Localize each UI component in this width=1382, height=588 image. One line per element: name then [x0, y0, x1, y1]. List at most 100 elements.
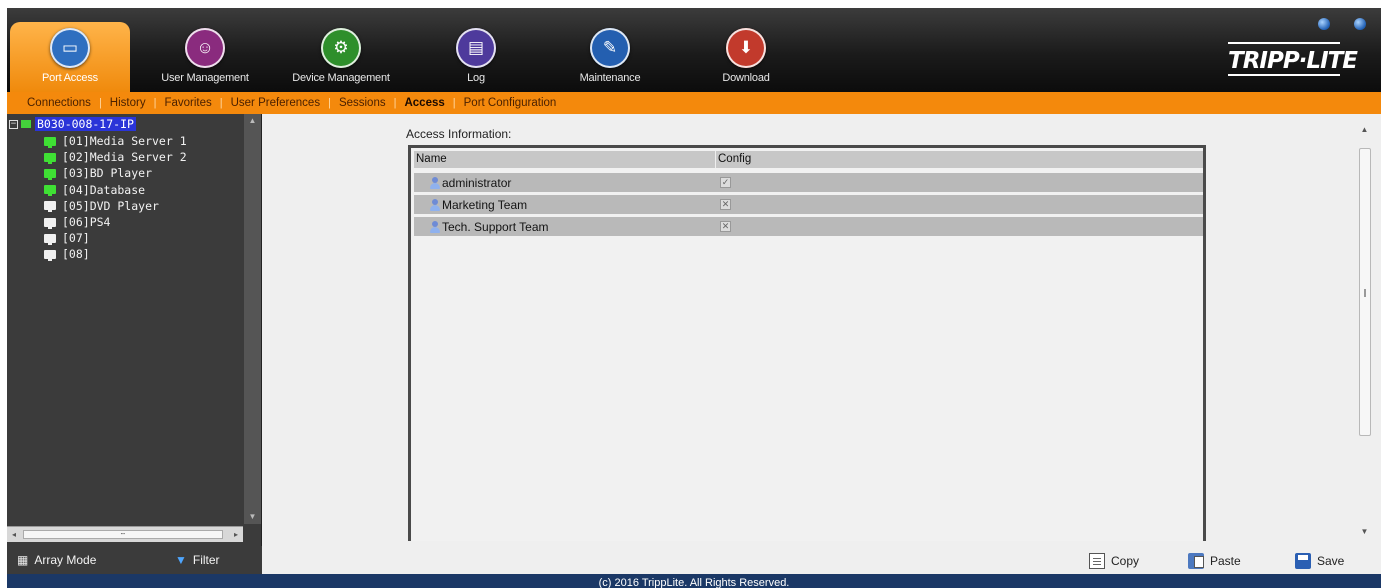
- port-label: [05]DVD Player: [62, 198, 159, 213]
- table-row[interactable]: Marketing Team ✕: [414, 195, 1203, 214]
- download-icon: ⬇: [726, 28, 766, 68]
- subtab-history[interactable]: History: [104, 97, 152, 109]
- tripp-lite-logo: TRIPP·LITE: [1228, 42, 1358, 76]
- port-item[interactable]: [06]PS4: [44, 214, 187, 230]
- port-item[interactable]: [08]: [44, 246, 187, 262]
- tab-label: Port Access: [42, 72, 98, 84]
- port-item[interactable]: [07]: [44, 230, 187, 246]
- subtab-connections[interactable]: Connections: [21, 97, 97, 109]
- tree-toolbar: ▦ Array Mode ▼ Filter: [7, 546, 262, 574]
- subtab-sessions[interactable]: Sessions: [333, 97, 392, 109]
- tab-port-access[interactable]: ▭ Port Access: [10, 22, 130, 92]
- log-icon: ▤: [456, 28, 496, 68]
- monitor-icon: ▭: [50, 28, 90, 68]
- help-dot-button[interactable]: [1318, 18, 1330, 30]
- tab-label: Device Management: [292, 72, 390, 84]
- column-header-name[interactable]: Name: [414, 151, 716, 168]
- table-row[interactable]: Tech. Support Team ✕: [414, 217, 1203, 236]
- save-button[interactable]: Save: [1295, 553, 1344, 569]
- monitor-online-icon: [44, 185, 56, 197]
- group-icon: [430, 198, 440, 211]
- config-checkbox[interactable]: ✕: [720, 221, 731, 232]
- port-label: [04]Database: [62, 182, 146, 197]
- config-cell: ✓: [716, 177, 731, 188]
- paste-icon: [1188, 553, 1204, 569]
- tree-root-node[interactable]: − B030-008-17-IP: [9, 117, 136, 131]
- filter-button[interactable]: ▼ Filter: [175, 553, 220, 567]
- app-window: ▭ Port Access ☺ User Management ⚙ Device…: [7, 8, 1381, 588]
- save-icon: [1295, 553, 1311, 569]
- port-label: [02]Media Server 2: [62, 150, 187, 165]
- monitor-offline-icon: [44, 249, 56, 261]
- tab-maintenance[interactable]: ✎ Maintenance: [550, 22, 670, 92]
- subtab-favorites[interactable]: Favorites: [158, 97, 217, 109]
- subtab-user-preferences[interactable]: User Preferences: [225, 97, 326, 109]
- tab-label: Maintenance: [579, 72, 641, 84]
- scroll-up-icon[interactable]: ▲: [1356, 124, 1373, 136]
- port-tree-panel: − B030-008-17-IP [01]Media Server 1 [02]…: [7, 114, 262, 546]
- tab-user-management[interactable]: ☺ User Management: [145, 22, 265, 92]
- collapse-icon[interactable]: −: [9, 119, 18, 129]
- tree-vertical-scrollbar[interactable]: ▲ ▼: [244, 114, 261, 524]
- user-name: Marketing Team: [442, 197, 528, 212]
- port-item[interactable]: [02]Media Server 2: [44, 149, 187, 165]
- separator: |: [153, 97, 157, 109]
- separator: |: [98, 97, 102, 109]
- port-item[interactable]: [03]BD Player: [44, 165, 187, 181]
- tab-download[interactable]: ⬇ Download: [686, 22, 806, 92]
- monitor-online-icon: [44, 136, 56, 148]
- copy-button[interactable]: Copy: [1089, 553, 1139, 569]
- monitor-offline-icon: [44, 201, 56, 213]
- scroll-down-icon[interactable]: ▼: [244, 510, 261, 524]
- port-list: [01]Media Server 1 [02]Media Server 2 [0…: [44, 133, 187, 263]
- access-panel: Access Information: Name Config administ…: [263, 114, 1381, 574]
- config-checkbox[interactable]: ✕: [720, 199, 731, 210]
- config-cell: ✕: [716, 221, 731, 232]
- name-cell: Marketing Team: [414, 198, 716, 212]
- port-item[interactable]: [05]DVD Player: [44, 198, 187, 214]
- separator: |: [452, 97, 456, 109]
- user-name: Tech. Support Team: [442, 219, 549, 234]
- scroll-down-icon[interactable]: ▼: [1356, 526, 1373, 538]
- save-label: Save: [1317, 554, 1345, 568]
- port-item[interactable]: [01]Media Server 1: [44, 133, 187, 149]
- scroll-thumb[interactable]: ┅: [23, 530, 223, 539]
- user-name: administrator: [442, 175, 512, 190]
- scroll-right-icon[interactable]: ▸: [229, 527, 243, 543]
- access-table: Name Config administrator ✓ Marketing Te…: [408, 145, 1206, 541]
- subtab-port-configuration[interactable]: Port Configuration: [458, 97, 563, 109]
- user-icon: [430, 176, 440, 189]
- name-cell: administrator: [414, 176, 716, 190]
- config-checkbox[interactable]: ✓: [720, 177, 731, 188]
- grip-icon: [1364, 289, 1366, 297]
- main-vertical-scrollbar[interactable]: ▲ ▼: [1356, 124, 1373, 538]
- port-label: [03]BD Player: [62, 166, 153, 181]
- switch-icon: [21, 120, 31, 128]
- table-row[interactable]: administrator ✓: [414, 173, 1203, 192]
- scroll-left-icon[interactable]: ◂: [7, 527, 21, 543]
- separator: |: [393, 97, 397, 109]
- scroll-up-icon[interactable]: ▲: [244, 114, 261, 128]
- copy-icon: [1089, 553, 1105, 569]
- paste-label: Paste: [1210, 554, 1241, 568]
- tab-device-management[interactable]: ⚙ Device Management: [281, 22, 401, 92]
- subtab-access[interactable]: Access: [398, 97, 450, 109]
- group-icon: [430, 220, 440, 233]
- array-mode-button[interactable]: ▦ Array Mode: [17, 553, 96, 567]
- column-header-config[interactable]: Config: [716, 151, 751, 168]
- paste-button[interactable]: Paste: [1188, 553, 1241, 569]
- scroll-thumb[interactable]: [1359, 148, 1371, 436]
- filter-icon: ▼: [175, 553, 187, 567]
- tab-log[interactable]: ▤ Log: [416, 22, 536, 92]
- port-item[interactable]: [04]Database: [44, 182, 187, 198]
- tree-horizontal-scrollbar[interactable]: ◂ ┅ ▸: [7, 526, 243, 542]
- port-label: [07]: [62, 231, 90, 246]
- tab-label: Log: [467, 72, 485, 84]
- port-label: [08]: [62, 247, 90, 262]
- filter-label: Filter: [192, 553, 220, 567]
- monitor-online-icon: [44, 152, 56, 164]
- grid-icon: ▦: [17, 553, 29, 567]
- monitor-online-icon: [44, 168, 56, 180]
- logout-dot-button[interactable]: [1354, 18, 1366, 30]
- port-label: [06]PS4: [62, 215, 111, 230]
